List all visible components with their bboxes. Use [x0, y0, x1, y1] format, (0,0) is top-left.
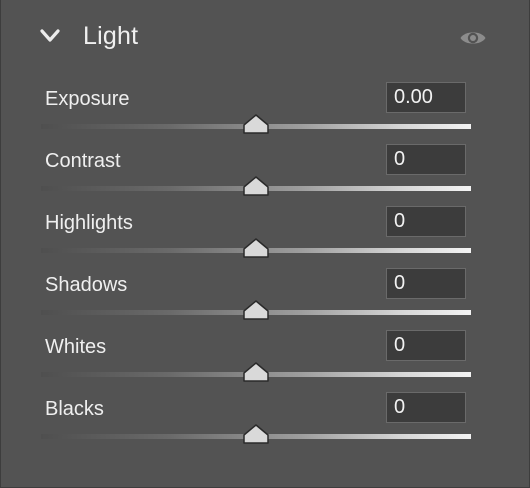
- slider-row-highlights: Highlights: [1, 206, 530, 268]
- slider-label: Highlights: [45, 212, 133, 234]
- chevron-down-icon[interactable]: [39, 28, 61, 44]
- slider-label: Blacks: [45, 398, 104, 420]
- slider-row-shadows: Shadows: [1, 268, 530, 330]
- shadows-value-field[interactable]: [386, 268, 466, 299]
- slider-row-contrast: Contrast: [1, 144, 530, 206]
- highlights-value-field[interactable]: [386, 206, 466, 237]
- light-panel: Light Exposure Contrast Highlights Shado…: [0, 0, 530, 488]
- slider-label: Contrast: [45, 150, 121, 172]
- whites-value-field[interactable]: [386, 330, 466, 361]
- exposure-slider-thumb[interactable]: [242, 113, 270, 135]
- contrast-slider-thumb[interactable]: [242, 175, 270, 197]
- slider-row-exposure: Exposure: [1, 82, 530, 144]
- eye-icon[interactable]: [459, 28, 487, 48]
- exposure-value-field[interactable]: [386, 82, 466, 113]
- panel-title: Light: [83, 22, 139, 50]
- panel-header[interactable]: Light: [1, 18, 530, 58]
- blacks-slider-thumb[interactable]: [242, 423, 270, 445]
- slider-label: Exposure: [45, 88, 130, 110]
- contrast-value-field[interactable]: [386, 144, 466, 175]
- slider-row-whites: Whites: [1, 330, 530, 392]
- slider-label: Shadows: [45, 274, 128, 296]
- slider-label: Whites: [45, 336, 107, 358]
- blacks-value-field[interactable]: [386, 392, 466, 423]
- shadows-slider-thumb[interactable]: [242, 299, 270, 321]
- highlights-slider-thumb[interactable]: [242, 237, 270, 259]
- whites-slider-thumb[interactable]: [242, 361, 270, 383]
- slider-row-blacks: Blacks: [1, 392, 530, 454]
